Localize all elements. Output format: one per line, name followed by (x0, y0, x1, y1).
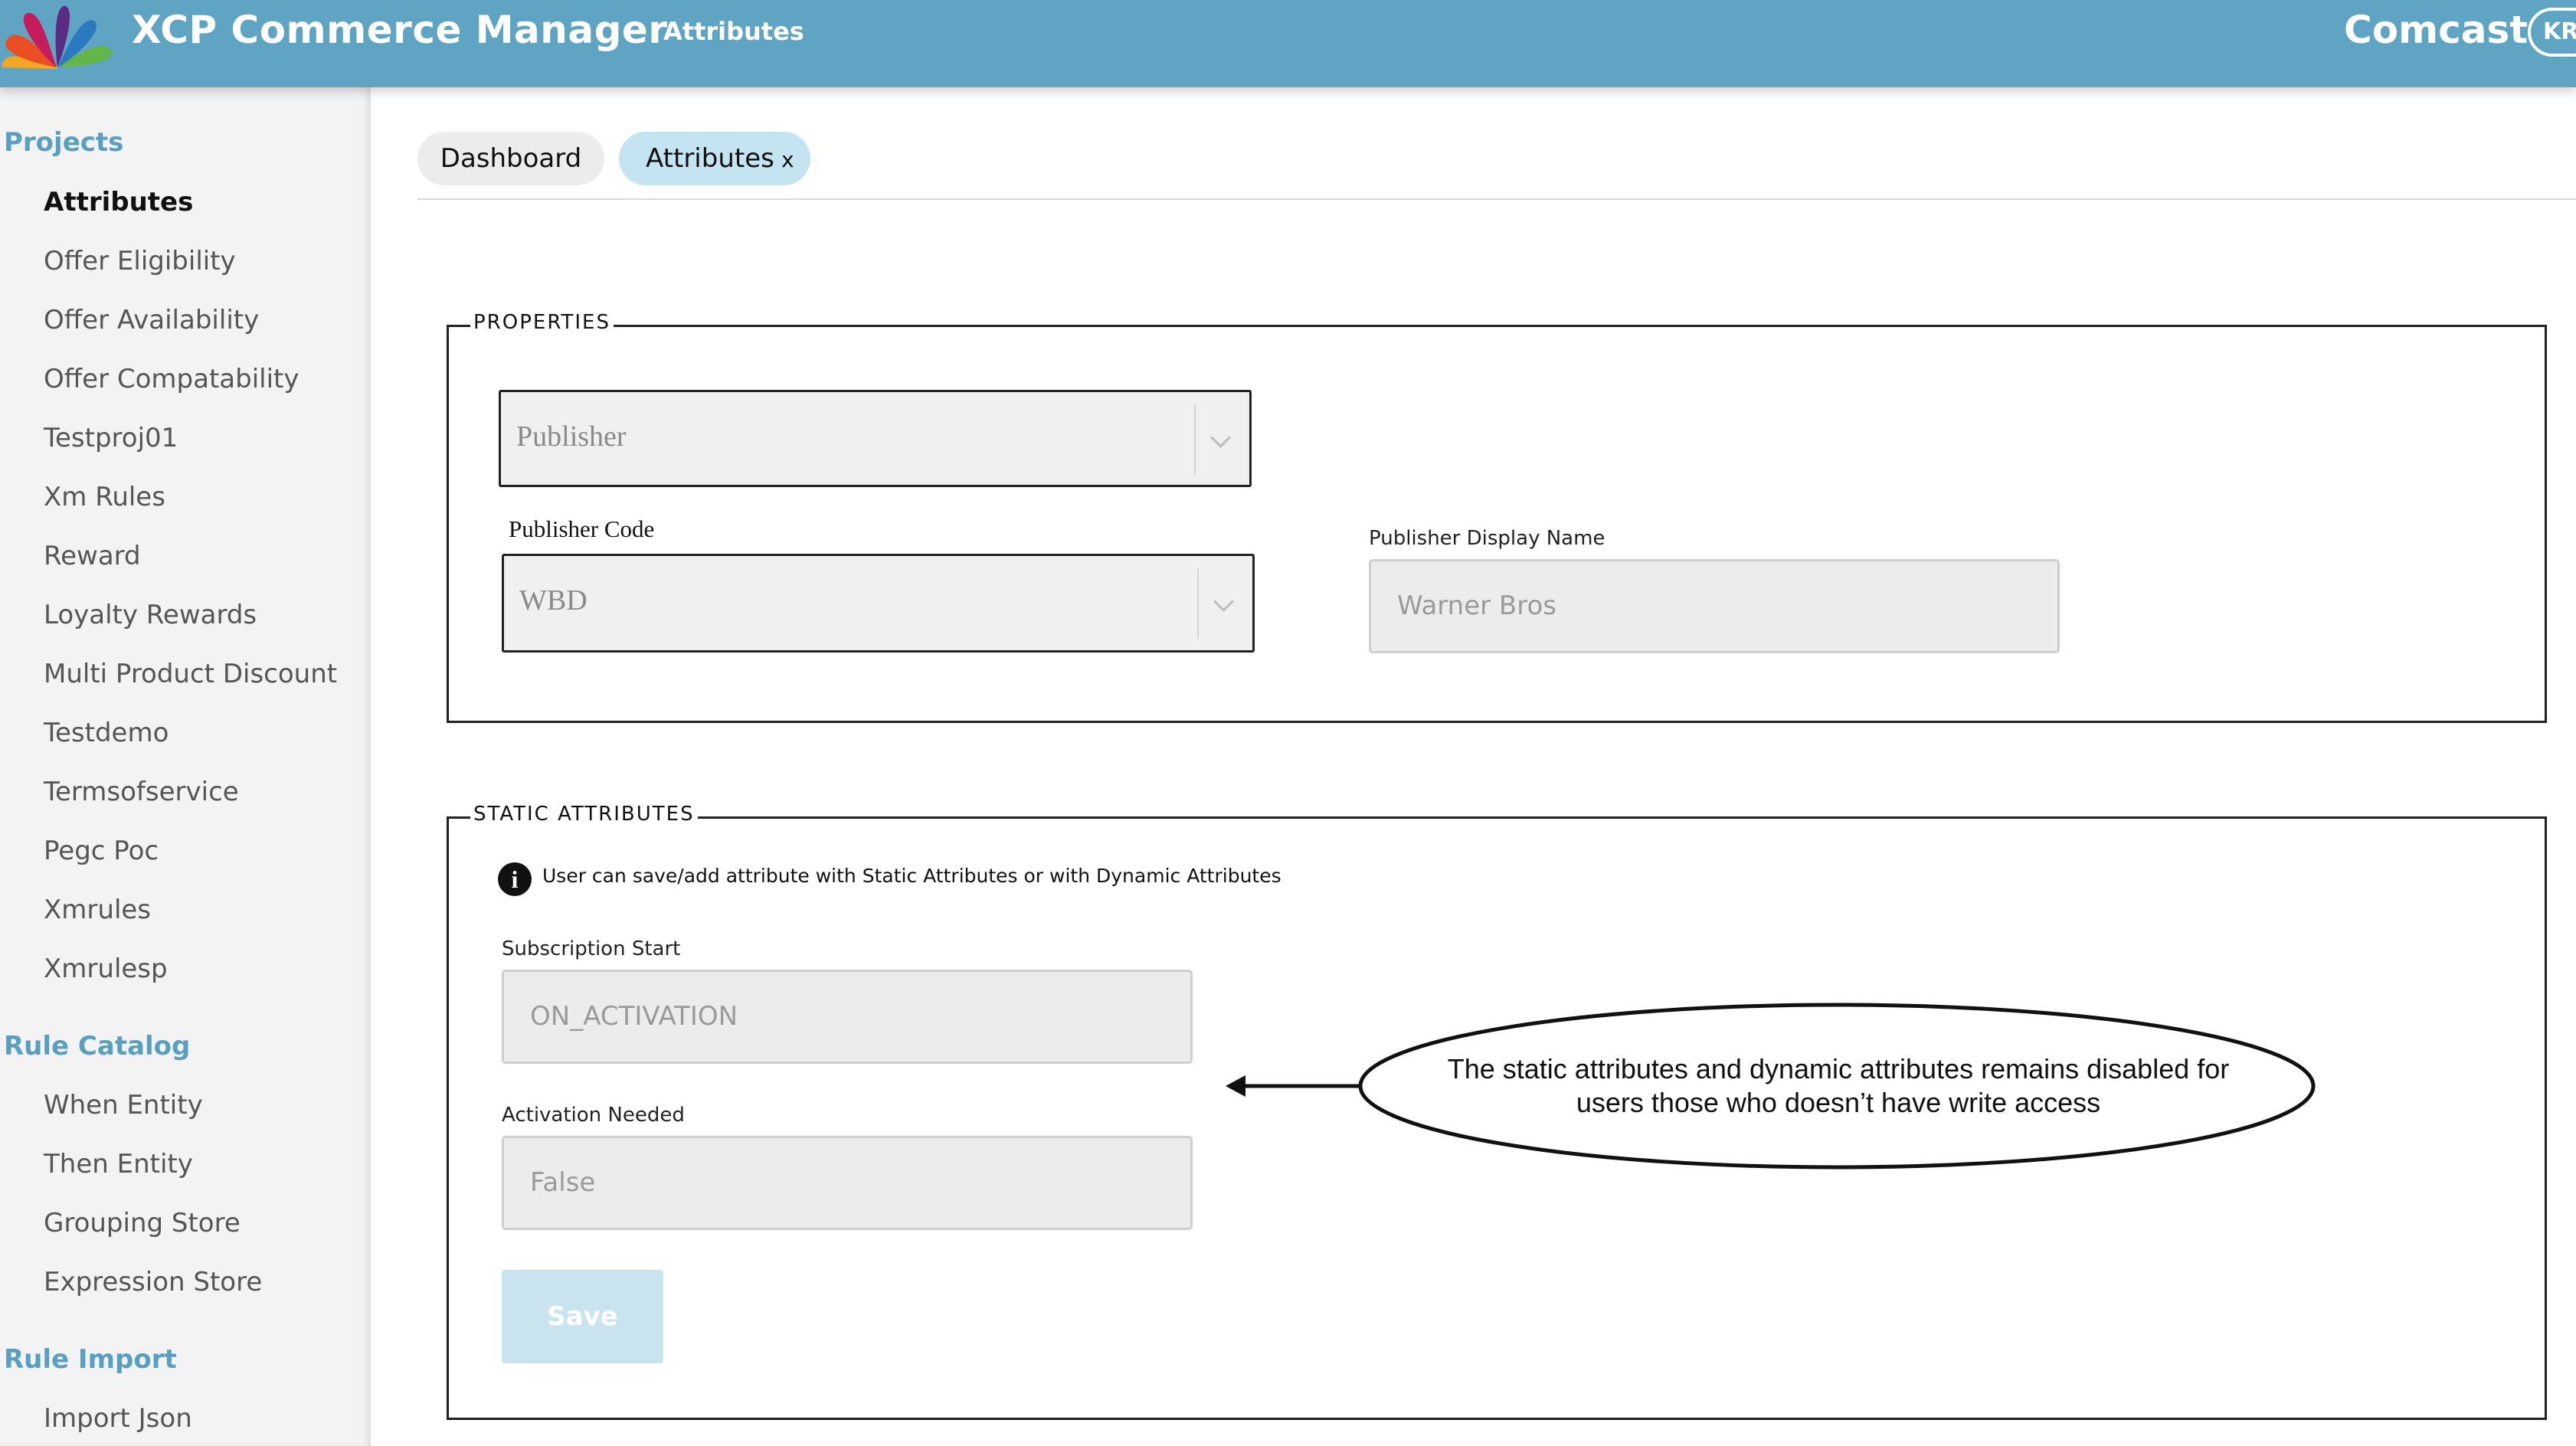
sidebar-item-reward[interactable]: Reward (44, 541, 141, 571)
publisher-code-label: Publisher Code (509, 515, 655, 542)
annotation-text: The static attributes and dynamic attrib… (1363, 1052, 2313, 1120)
tab-attributes-label: Attributes (646, 143, 774, 174)
sidebar-item-then-entity[interactable]: Then Entity (44, 1149, 193, 1179)
sidebar-item-testproj01[interactable]: Testproj01 (44, 423, 178, 453)
properties-panel (447, 325, 2547, 723)
annotation-line-1: The static attributes and dynamic attrib… (1447, 1053, 2230, 1084)
sidebar-item-import-json[interactable]: Import Json (44, 1403, 192, 1434)
sidebar-item-multi-product-discount[interactable]: Multi Product Discount (44, 659, 337, 689)
sidebar-item-loyalty-rewards[interactable]: Loyalty Rewards (44, 600, 257, 630)
select-divider (1197, 568, 1199, 639)
static-attributes-legend: STATIC ATTRIBUTES (470, 803, 698, 826)
tab-dashboard[interactable]: Dashboard (417, 132, 604, 185)
arrow-left-icon (1226, 1075, 1245, 1097)
brand-name: Comcast (2344, 8, 2529, 52)
peacock-logo-icon[interactable] (0, 0, 115, 70)
sidebar-item-expression-store[interactable]: Expression Store (44, 1267, 262, 1297)
info-icon: i (498, 862, 532, 896)
sidebar-item-grouping-store[interactable]: Grouping Store (44, 1208, 241, 1238)
sidebar-item-termsofservice[interactable]: Termsofservice (44, 777, 239, 807)
publisher-select-value: Publisher (516, 420, 627, 453)
sidebar-item-offer-availability[interactable]: Offer Availability (44, 305, 259, 335)
chevron-down-icon[interactable] (1210, 427, 1231, 448)
sidebar-item-offer-compatability[interactable]: Offer Compatability (44, 364, 299, 394)
tab-attributes[interactable]: Attributes x (619, 132, 810, 185)
subscription-start-label: Subscription Start (502, 937, 681, 960)
properties-legend: PROPERTIES (470, 311, 614, 334)
sidebar-item-xmrules[interactable]: Xmrules (44, 895, 151, 925)
activation-needed-label: Activation Needed (502, 1104, 685, 1127)
app-title[interactable]: XCP Commerce Manager (132, 8, 667, 52)
save-button[interactable]: Save (502, 1270, 663, 1363)
publisher-code-select[interactable]: WBD (502, 554, 1255, 653)
header-nav-attributes[interactable]: Attributes (663, 17, 804, 46)
info-message: User can save/add attribute with Static … (542, 865, 1281, 887)
sidebar-item-xm-rules[interactable]: Xm Rules (44, 482, 165, 512)
sidebar-section-projects[interactable]: Projects (4, 127, 123, 158)
user-avatar[interactable]: KR (2528, 8, 2576, 57)
select-divider (1194, 404, 1196, 475)
publisher-display-name-label: Publisher Display Name (1369, 527, 1605, 550)
chevron-down-icon[interactable] (1213, 591, 1234, 612)
sidebar-section-rule-catalog[interactable]: Rule Catalog (4, 1031, 190, 1062)
sidebar-item-testdemo[interactable]: Testdemo (44, 718, 169, 748)
sidebar-item-attributes[interactable]: Attributes (44, 187, 193, 218)
sidebar-item-offer-eligibility[interactable]: Offer Eligibility (44, 246, 236, 276)
sidebar: Projects Attributes Offer Eligibility Of… (0, 87, 371, 1446)
sidebar-item-pegc-poc[interactable]: Pegc Poc (44, 836, 159, 866)
annotation-line-2: users those who doesn’t have write acces… (1576, 1087, 2101, 1118)
publisher-select[interactable]: Publisher (499, 390, 1252, 487)
tab-close-icon[interactable]: x (781, 133, 794, 187)
publisher-code-value: WBD (519, 584, 588, 617)
sidebar-item-when-entity[interactable]: When Entity (44, 1090, 203, 1120)
subscription-start-field[interactable]: ON_ACTIVATION (502, 970, 1193, 1064)
sidebar-item-xmrulesp[interactable]: Xmrulesp (44, 954, 168, 984)
publisher-display-name-field[interactable]: Warner Bros (1369, 559, 2060, 653)
tab-divider (417, 198, 2576, 200)
sidebar-section-rule-import[interactable]: Rule Import (4, 1344, 177, 1375)
app-header: XCP Commerce Manager Attributes Comcast … (0, 0, 2576, 87)
activation-needed-field[interactable]: False (502, 1136, 1193, 1230)
